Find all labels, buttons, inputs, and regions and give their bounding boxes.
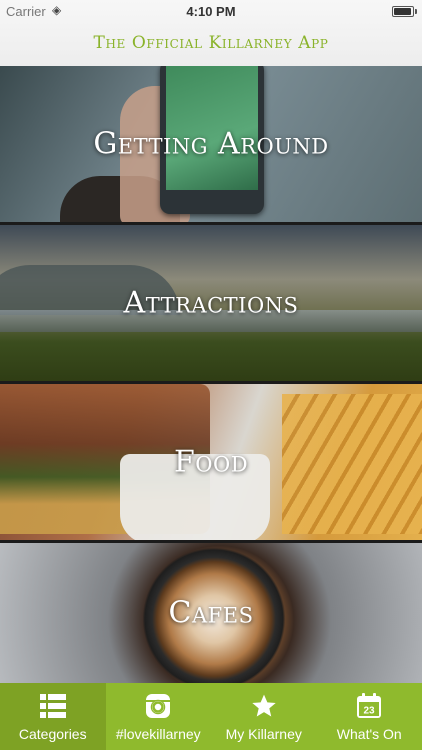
calendar-icon: 23 (356, 691, 382, 721)
category-label: Attractions (123, 285, 299, 321)
list-icon (39, 691, 66, 721)
category-food[interactable]: Food (0, 384, 422, 540)
category-label: Food (173, 444, 249, 480)
instagram-icon (145, 691, 171, 721)
top-bar: Carrier ◈ 4:10 PM The Official Killarney… (0, 0, 422, 66)
battery-icon (392, 6, 417, 17)
tab-categories[interactable]: Categories (0, 683, 106, 750)
tab-label: My Killarney (225, 726, 302, 742)
tab-label: Categories (18, 726, 87, 742)
category-list: Getting Around Attractions Food Cafes (0, 66, 422, 683)
category-attractions[interactable]: Attractions (0, 225, 422, 381)
tab-whats-on[interactable]: 23 What's On (317, 683, 422, 750)
status-bar: Carrier ◈ 4:10 PM (0, 0, 422, 22)
category-label: Cafes (168, 595, 254, 631)
tab-my-killarney[interactable]: My Killarney (211, 683, 317, 750)
status-time: 4:10 PM (186, 4, 236, 19)
app-title: The Official Killarney App (93, 33, 329, 53)
tab-label: What's On (336, 726, 402, 742)
tab-bar: Categories #lovekillarney My Killarney 2… (0, 683, 422, 750)
calendar-date: 23 (364, 706, 376, 717)
category-label: Getting Around (93, 126, 329, 162)
category-cafes[interactable]: Cafes (0, 543, 422, 683)
tab-lovekillarney[interactable]: #lovekillarney (106, 683, 212, 750)
star-icon (251, 691, 277, 721)
battery-fill (394, 8, 411, 15)
tab-label: #lovekillarney (115, 726, 201, 742)
category-getting-around[interactable]: Getting Around (0, 66, 422, 222)
